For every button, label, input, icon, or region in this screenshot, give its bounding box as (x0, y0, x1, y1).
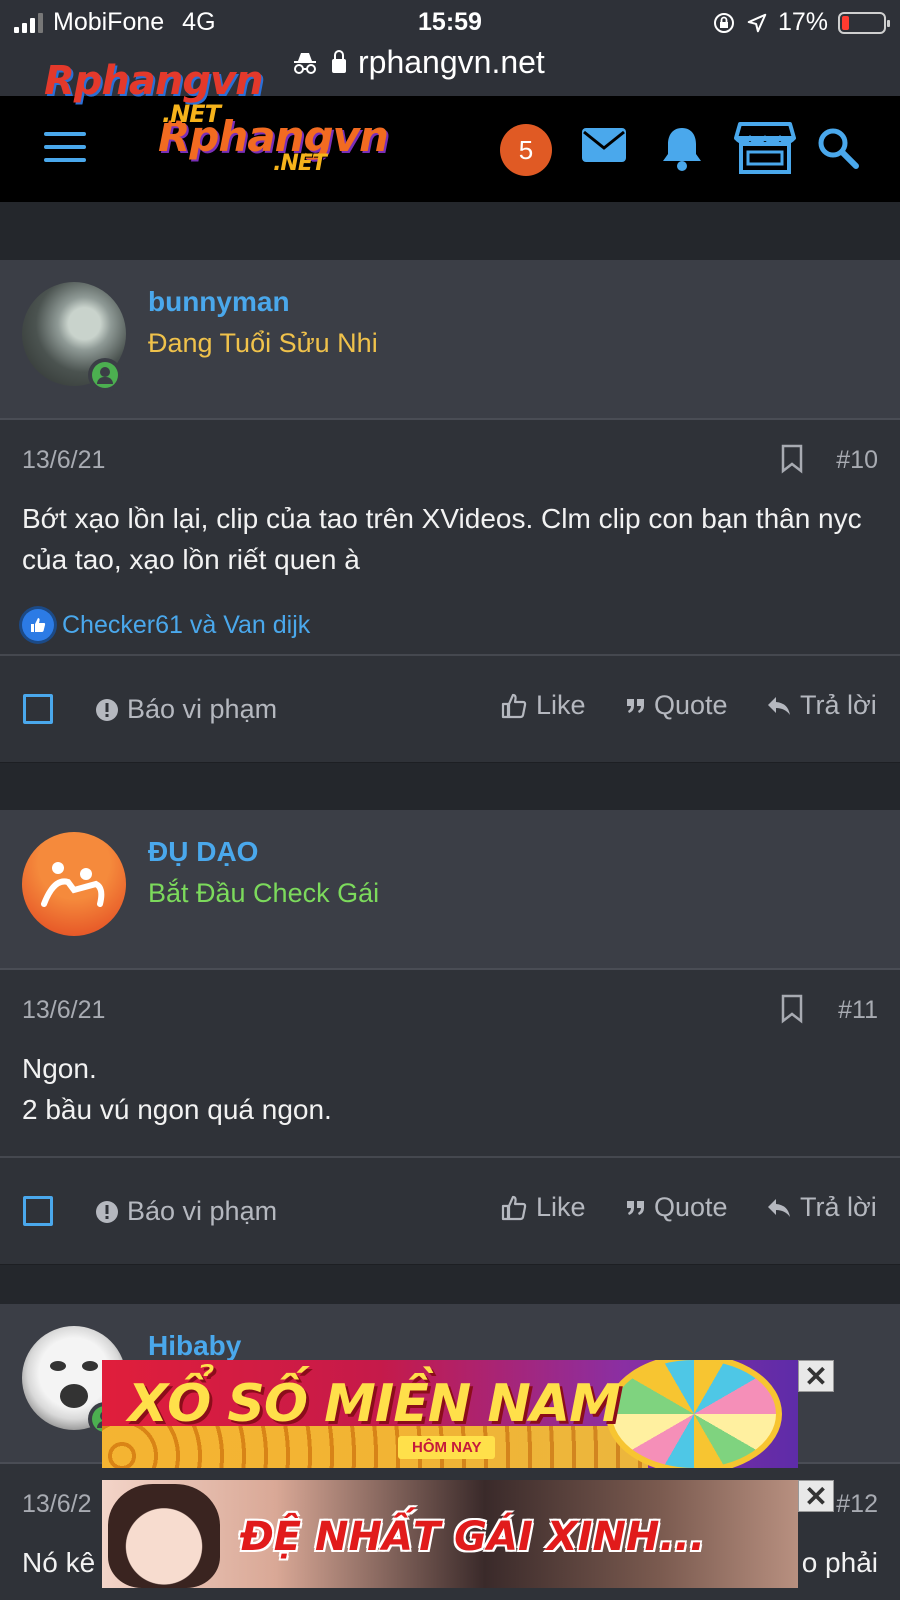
post-number[interactable]: #12 (836, 1490, 878, 1519)
reply-icon (768, 696, 790, 715)
like-button[interactable]: Like (500, 690, 586, 721)
warning-icon (96, 698, 118, 721)
like-button[interactable]: Like (500, 1192, 586, 1223)
mail-icon[interactable] (580, 126, 628, 166)
bell-icon[interactable] (660, 124, 704, 172)
post-text-fragment: o phải (801, 1547, 878, 1578)
report-button[interactable]: Báo vi phạm (95, 1196, 277, 1227)
post-text-line: Ngon. (22, 1053, 97, 1084)
bookmark-icon[interactable] (780, 994, 804, 1024)
notification-count-badge[interactable]: 5 (500, 124, 552, 176)
post-text-fragment: Nó kê (22, 1547, 96, 1578)
battery-percent: 17% (777, 8, 828, 36)
ad-photo (108, 1484, 220, 1588)
like-label: Like (536, 1192, 586, 1222)
username[interactable]: ĐỤ DẠO (148, 836, 258, 868)
quote-icon (627, 698, 644, 713)
avatar-figure-icon (41, 862, 105, 907)
quote-label: Quote (654, 690, 728, 720)
reply-label: Trả lời (800, 690, 877, 720)
post-meta: 13/6/21 #11 (0, 970, 900, 1048)
lottery-ad-subtext: HÔM NAY (398, 1436, 496, 1459)
username[interactable]: bunnyman (148, 286, 290, 318)
report-button[interactable]: Báo vi phạm (95, 694, 277, 725)
close-ad-icon[interactable]: ✕ (798, 1480, 834, 1512)
post-text-line: Bớt xạo lồn lại, clip của tao trên XVide… (22, 503, 862, 575)
post-number[interactable]: #11 (838, 996, 878, 1025)
thumbs-up-outline-icon (501, 693, 527, 718)
girls-ad-text: ĐỆ NHẤT GÁI XINH... (240, 1514, 706, 1560)
report-label: Báo vi phạm (127, 694, 278, 724)
lock-icon (332, 49, 346, 73)
quote-button[interactable]: Quote (626, 1192, 728, 1223)
reply-button[interactable]: Trả lời (766, 690, 877, 721)
lottery-ad-text: XỔ SỐ MIỀN NAM (128, 1374, 621, 1434)
reply-icon (768, 1198, 790, 1217)
menu-icon[interactable] (44, 132, 86, 162)
post-body: Bớt xạo lồn lại, clip của tao trên XVide… (0, 498, 900, 580)
search-icon[interactable] (816, 126, 860, 170)
reaction-users[interactable]: Checker61 và Van dijk (62, 611, 310, 640)
thumbs-up-icon (22, 609, 54, 641)
url-text: rphangvn.net (358, 44, 545, 80)
username[interactable]: Hibaby (148, 1330, 241, 1362)
prize-wheel-image (606, 1360, 782, 1468)
reply-button[interactable]: Trả lời (766, 1192, 877, 1223)
post-date[interactable]: 13/6/21 (22, 446, 105, 475)
orientation-lock-icon (713, 12, 734, 33)
post-card: ĐỤ DẠO Bắt Đầu Check Gái 13/6/21 #11 Ngo… (0, 810, 900, 1264)
online-status-icon (88, 358, 122, 392)
lottery-ad-banner[interactable]: XỔ SỐ MIỀN NAM HÔM NAY (102, 1360, 798, 1468)
quote-button[interactable]: Quote (626, 690, 728, 721)
post-card: bunnyman Đang Tuổi Sửu Nhi 13/6/21 #10 B… (0, 260, 900, 762)
store-icon[interactable] (734, 120, 796, 176)
floating-logo-text: Rphangvn (44, 58, 264, 104)
select-post-checkbox[interactable] (23, 1196, 53, 1226)
user-title: Đang Tuổi Sửu Nhi (148, 328, 378, 358)
location-icon (747, 13, 767, 32)
incognito-icon (294, 52, 316, 74)
report-label: Báo vi phạm (127, 1196, 278, 1226)
avatar[interactable] (22, 832, 126, 936)
post-user-header: bunnyman Đang Tuổi Sửu Nhi (0, 260, 900, 420)
select-post-checkbox[interactable] (23, 694, 53, 724)
post-date[interactable]: 13/6/21 (22, 996, 105, 1025)
site-header: Rphangvn .NET 5 (0, 96, 900, 202)
post-body: Ngon. 2 bầu vú ngon quá ngon. (0, 1048, 900, 1156)
post-actions: Báo vi phạm Like Quote Trả lời (0, 1156, 900, 1264)
post-actions: Báo vi phạm Like Quote Trả lời (0, 654, 900, 762)
battery-icon (838, 11, 890, 34)
close-ad-icon[interactable]: ✕ (798, 1360, 834, 1392)
reply-label: Trả lời (800, 1192, 877, 1222)
post-user-header: ĐỤ DẠO Bắt Đầu Check Gái (0, 810, 900, 970)
thumbs-up-outline-icon (501, 1195, 527, 1220)
post-meta: 13/6/21 #10 (0, 420, 900, 498)
post-number[interactable]: #10 (836, 446, 878, 475)
floating-logo-suffix: .NET (162, 100, 221, 128)
like-label: Like (536, 690, 586, 720)
site-logo-floating: Rphangvn .NET (44, 58, 264, 128)
girls-ad-banner[interactable]: ĐỆ NHẤT GÁI XINH... (102, 1480, 798, 1588)
quote-label: Quote (654, 1192, 728, 1222)
post-date[interactable]: 13/6/2 (22, 1490, 92, 1519)
user-title: Bắt Đầu Check Gái (148, 878, 380, 908)
warning-icon (96, 1200, 118, 1223)
reaction-summary: Checker61 và Van dijk (0, 580, 900, 654)
bookmark-icon[interactable] (780, 444, 804, 474)
status-bar: MobiFone 4G 15:59 17% (0, 0, 900, 44)
post-text-line: 2 bầu vú ngon quá ngon. (22, 1094, 332, 1125)
quote-icon (627, 1200, 644, 1215)
